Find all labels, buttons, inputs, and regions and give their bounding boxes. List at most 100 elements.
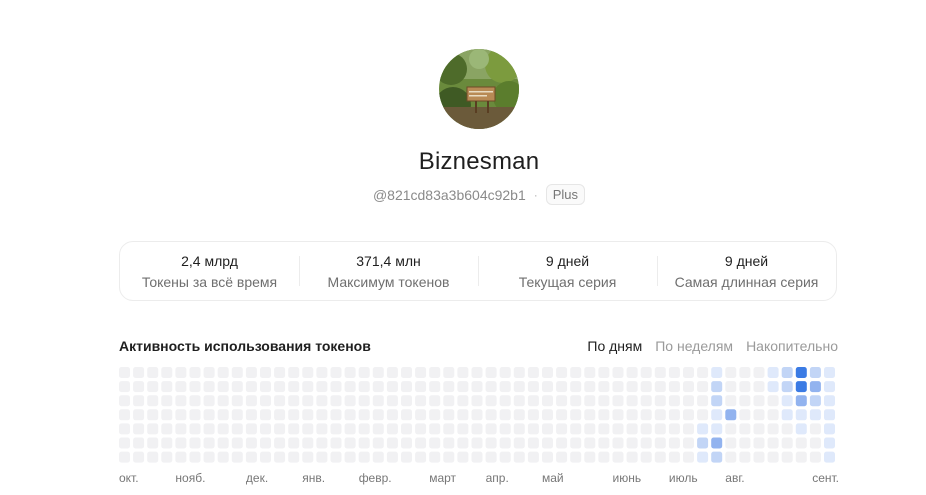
heatmap-cell[interactable] — [344, 381, 356, 393]
heatmap-cell[interactable] — [288, 381, 300, 393]
heatmap-cell[interactable] — [654, 367, 666, 378]
heatmap-cell[interactable] — [119, 395, 130, 407]
heatmap-cell[interactable] — [753, 423, 765, 435]
heatmap-cell[interactable] — [612, 423, 624, 435]
heatmap-cell[interactable] — [217, 451, 229, 463]
heatmap-cell[interactable] — [598, 409, 610, 421]
heatmap-cell[interactable] — [598, 437, 610, 449]
heatmap-cell[interactable] — [302, 409, 314, 421]
heatmap-cell[interactable] — [288, 437, 300, 449]
heatmap-cell[interactable] — [612, 409, 624, 421]
heatmap-cell[interactable] — [161, 409, 173, 421]
heatmap-cell[interactable] — [203, 395, 215, 407]
heatmap-cell[interactable] — [302, 367, 314, 378]
heatmap-cell[interactable] — [471, 395, 483, 407]
heatmap-cell[interactable] — [386, 367, 398, 378]
heatmap-cell[interactable] — [598, 395, 610, 407]
heatmap-cell[interactable] — [133, 409, 145, 421]
heatmap-cell[interactable] — [556, 423, 568, 435]
heatmap-cell[interactable] — [175, 367, 187, 378]
heatmap-cell[interactable] — [119, 367, 130, 378]
heatmap-cell[interactable] — [683, 423, 694, 435]
heatmap-cell[interactable] — [711, 409, 723, 421]
heatmap-cell[interactable] — [781, 423, 793, 435]
heatmap-cell[interactable] — [697, 423, 709, 435]
heatmap-cell[interactable] — [795, 437, 807, 449]
heatmap-cell[interactable] — [161, 367, 173, 378]
heatmap-cell[interactable] — [288, 423, 300, 435]
heatmap-cell[interactable] — [358, 423, 370, 435]
heatmap-cell[interactable] — [725, 423, 737, 435]
heatmap-cell[interactable] — [119, 437, 130, 449]
heatmap-cell[interactable] — [711, 423, 723, 435]
heatmap-cell[interactable] — [668, 423, 680, 435]
heatmap-cell[interactable] — [598, 423, 610, 435]
heatmap-cell[interactable] — [133, 437, 145, 449]
heatmap-cell[interactable] — [119, 451, 130, 463]
heatmap-cell[interactable] — [668, 367, 680, 378]
heatmap-cell[interactable] — [133, 395, 145, 407]
heatmap-cell[interactable] — [231, 423, 243, 435]
heatmap-cell[interactable] — [429, 409, 441, 421]
heatmap-cell[interactable] — [612, 451, 624, 463]
heatmap-cell[interactable] — [415, 437, 427, 449]
heatmap-cell[interactable] — [189, 395, 201, 407]
heatmap-cell[interactable] — [795, 367, 807, 378]
heatmap-cell[interactable] — [358, 395, 370, 407]
heatmap-cell[interactable] — [147, 381, 159, 393]
heatmap-cell[interactable] — [302, 423, 314, 435]
heatmap-cell[interactable] — [245, 367, 257, 378]
heatmap-cell[interactable] — [697, 451, 709, 463]
heatmap-cell[interactable] — [781, 451, 793, 463]
heatmap-cell[interactable] — [260, 437, 271, 449]
heatmap-cell[interactable] — [415, 395, 427, 407]
heatmap-cell[interactable] — [654, 437, 666, 449]
heatmap-cell[interactable] — [288, 409, 300, 421]
heatmap-cell[interactable] — [203, 437, 215, 449]
heatmap-cell[interactable] — [570, 437, 582, 449]
heatmap-cell[interactable] — [556, 451, 568, 463]
heatmap-cell[interactable] — [781, 409, 793, 421]
heatmap-cell[interactable] — [401, 423, 412, 435]
heatmap-cell[interactable] — [683, 367, 694, 378]
heatmap-cell[interactable] — [542, 409, 553, 421]
heatmap-cell[interactable] — [203, 409, 215, 421]
heatmap-cell[interactable] — [542, 395, 553, 407]
heatmap-cell[interactable] — [584, 395, 596, 407]
heatmap-cell[interactable] — [570, 395, 582, 407]
heatmap-cell[interactable] — [302, 381, 314, 393]
heatmap-cell[interactable] — [443, 451, 455, 463]
heatmap-cell[interactable] — [245, 451, 257, 463]
heatmap-cell[interactable] — [640, 437, 652, 449]
heatmap-cell[interactable] — [457, 395, 469, 407]
heatmap-cell[interactable] — [499, 381, 511, 393]
heatmap-cell[interactable] — [767, 451, 779, 463]
heatmap-cell[interactable] — [683, 409, 694, 421]
heatmap-cell[interactable] — [725, 409, 737, 421]
heatmap-cell[interactable] — [316, 423, 328, 435]
heatmap-cell[interactable] — [330, 423, 342, 435]
heatmap-cell[interactable] — [527, 395, 539, 407]
heatmap-cell[interactable] — [175, 395, 187, 407]
heatmap-cell[interactable] — [513, 409, 525, 421]
heatmap-cell[interactable] — [415, 409, 427, 421]
heatmap-cell[interactable] — [753, 437, 765, 449]
heatmap-cell[interactable] — [429, 423, 441, 435]
heatmap-cell[interactable] — [119, 409, 130, 421]
heatmap-cell[interactable] — [753, 367, 765, 378]
heatmap-cell[interactable] — [683, 395, 694, 407]
heatmap-cell[interactable] — [344, 437, 356, 449]
heatmap-cell[interactable] — [767, 395, 779, 407]
heatmap-cell[interactable] — [161, 395, 173, 407]
heatmap-cell[interactable] — [612, 367, 624, 378]
heatmap-cell[interactable] — [570, 423, 582, 435]
heatmap-cell[interactable] — [119, 381, 130, 393]
heatmap-cell[interactable] — [386, 423, 398, 435]
heatmap-cell[interactable] — [809, 395, 821, 407]
heatmap-cell[interactable] — [217, 381, 229, 393]
heatmap-cell[interactable] — [499, 395, 511, 407]
heatmap-cell[interactable] — [598, 451, 610, 463]
heatmap-cell[interactable] — [809, 381, 821, 393]
heatmap-cell[interactable] — [260, 381, 271, 393]
heatmap-cell[interactable] — [217, 395, 229, 407]
